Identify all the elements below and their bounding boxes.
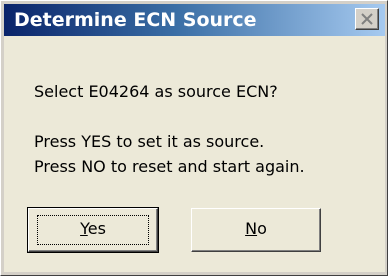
close-icon	[361, 13, 373, 25]
dialog-body: Select E04264 as source ECN? Press YES t…	[4, 36, 385, 272]
instruction-yes: Press YES to set it as source.	[34, 132, 265, 151]
no-mnemonic: N	[245, 219, 258, 238]
prompt-question: Select E04264 as source ECN?	[34, 82, 278, 101]
dialog-window: Determine ECN Source Select E04264 as so…	[0, 0, 388, 276]
no-button-label: No	[192, 219, 320, 239]
no-label-rest: o	[257, 219, 267, 238]
yes-label-rest: es	[87, 219, 106, 238]
no-button[interactable]: No	[191, 208, 321, 252]
title-bar[interactable]: Determine ECN Source	[4, 4, 385, 36]
instruction-no: Press NO to reset and start again.	[34, 157, 305, 176]
yes-button[interactable]: Yes	[27, 207, 159, 253]
close-button[interactable]	[355, 8, 379, 30]
yes-mnemonic: Y	[80, 219, 88, 238]
yes-button-label: Yes	[29, 219, 157, 239]
window-title: Determine ECN Source	[14, 9, 257, 31]
